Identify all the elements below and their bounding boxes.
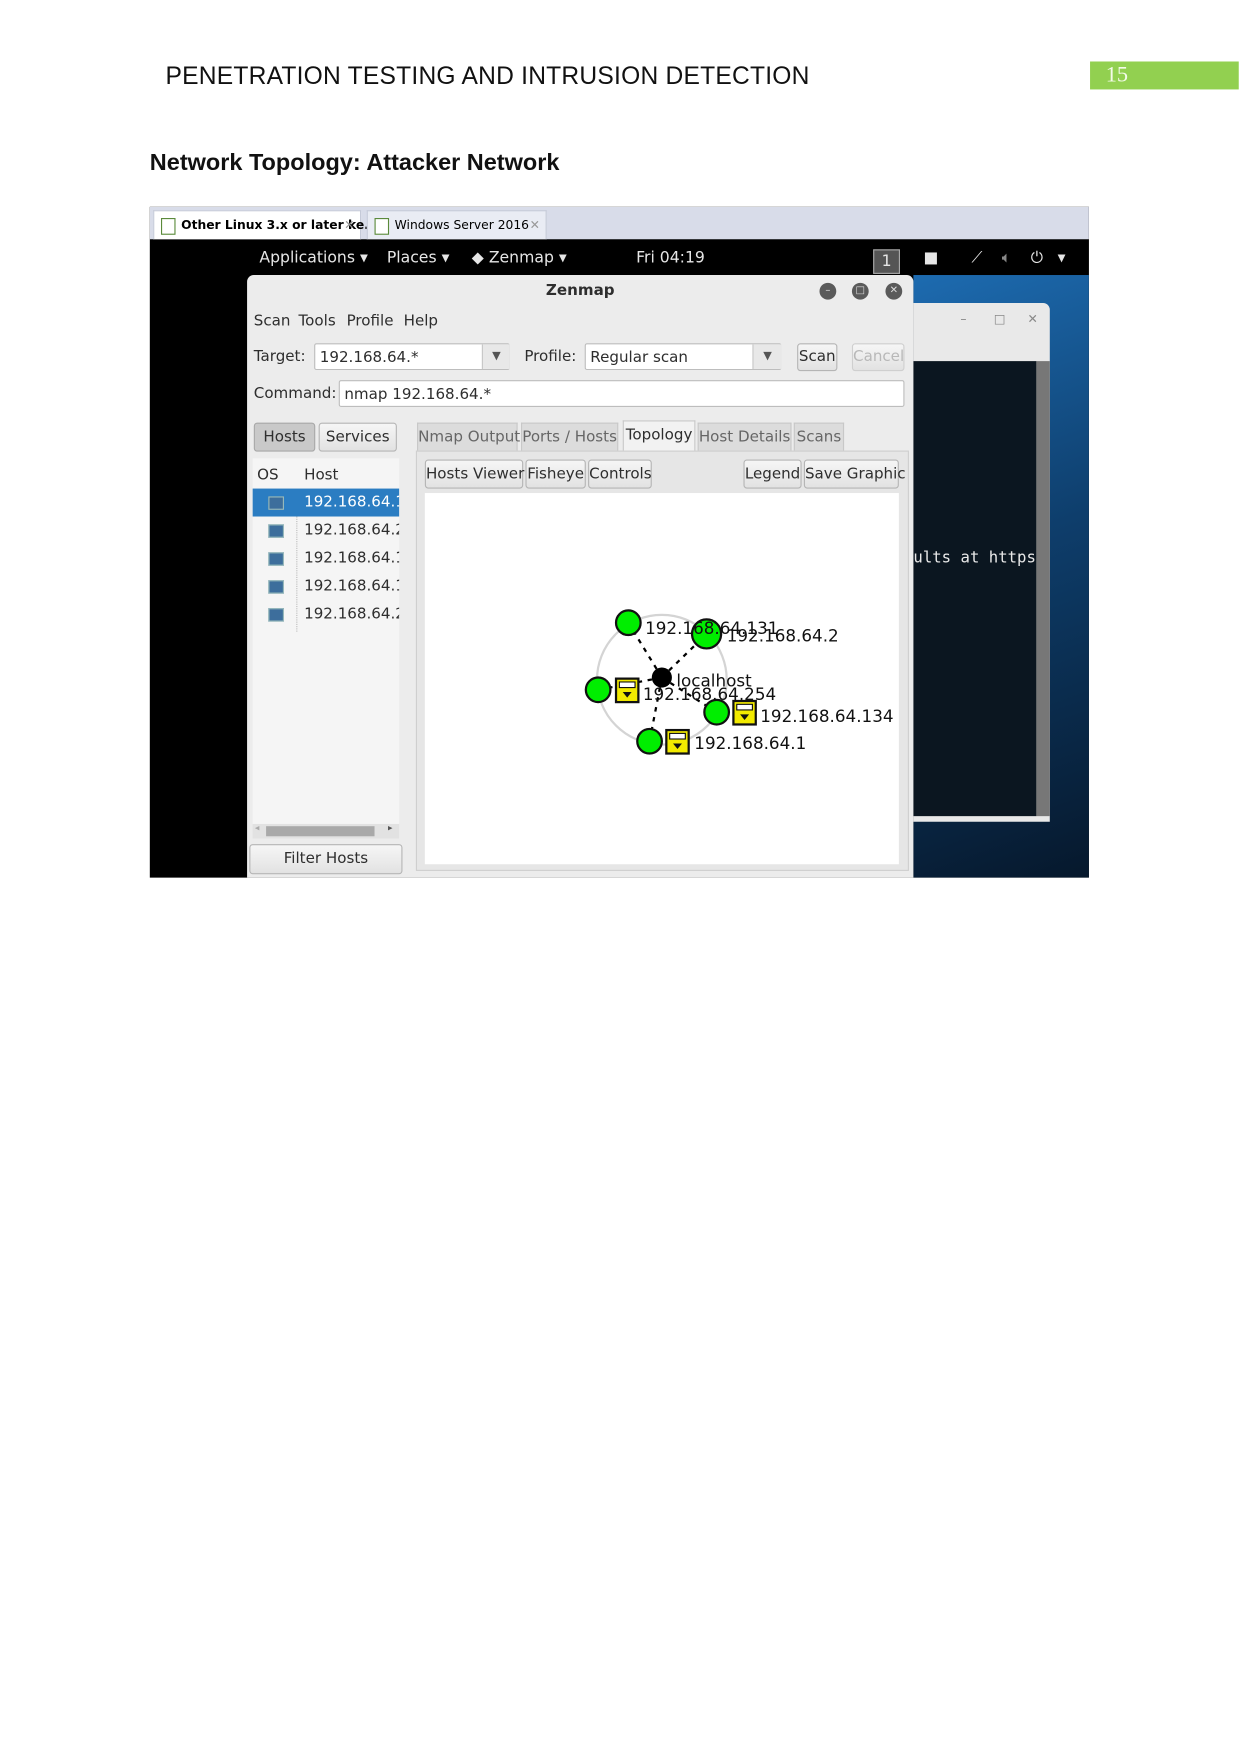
menu-tools[interactable]: Tools xyxy=(299,312,336,330)
camera-icon[interactable]: ■ xyxy=(923,249,938,267)
column-header-os[interactable]: OS xyxy=(257,466,278,484)
vm-tab-bar: Other Linux 3.x or later ke... ✕ Windows… xyxy=(149,206,1089,240)
places-menu[interactable]: Places ▾ xyxy=(387,249,450,267)
terminal-text: ults at https xyxy=(913,548,1036,567)
vm-icon xyxy=(160,218,176,235)
terminal-area[interactable] xyxy=(913,361,1037,817)
chevron-down-icon[interactable]: ▾ xyxy=(1058,249,1066,267)
hosts-toggle-button[interactable]: Hosts xyxy=(253,422,316,452)
network-icon[interactable]: ⟋ xyxy=(972,249,983,267)
host-list-row[interactable]: 192.168.64.2 xyxy=(253,517,399,545)
save-graphic-button[interactable]: Save Graphic xyxy=(803,459,906,489)
topology-canvas[interactable]: localhost192.168.64.131192.168.64.2192.1… xyxy=(424,493,899,865)
scroll-left-arrow[interactable]: ◂ xyxy=(255,823,259,833)
lock-icon-top xyxy=(618,681,636,689)
tab-host-details[interactable]: Host Details xyxy=(697,422,792,451)
profile-dropdown-arrow[interactable]: ▼ xyxy=(752,344,782,369)
tab-nmap-output[interactable]: Nmap Output xyxy=(417,422,520,451)
eye-icon: ◆ xyxy=(471,249,484,268)
os-icon xyxy=(268,552,284,566)
hosts-viewer-button[interactable]: Hosts Viewer xyxy=(424,459,524,489)
close-icon[interactable]: ✕ xyxy=(1027,312,1037,327)
terminal-scrollbar[interactable] xyxy=(1036,361,1050,817)
window-title: Zenmap xyxy=(545,281,615,300)
host-list-row[interactable]: 192.168.64.25 xyxy=(253,600,399,628)
scroll-right-arrow[interactable]: ▸ xyxy=(388,823,392,833)
tab-topology[interactable]: Topology xyxy=(622,420,696,452)
target-label: Target: xyxy=(253,347,306,366)
places-label: Places xyxy=(386,249,437,268)
minimize-icon[interactable]: – xyxy=(960,312,966,327)
host-list-row[interactable]: 192.168.64.1 xyxy=(252,488,400,517)
column-header-host[interactable]: Host xyxy=(304,466,338,484)
power-icon[interactable]: ⏻ xyxy=(1031,249,1043,267)
vm-tab-linux[interactable]: Other Linux 3.x or later ke... ✕ xyxy=(153,210,378,240)
os-icon xyxy=(268,580,284,594)
cancel-button[interactable]: Cancel xyxy=(851,343,905,372)
page-number: 15 xyxy=(1090,61,1239,90)
host-node xyxy=(636,727,663,755)
target-input[interactable]: 192.168.64.* xyxy=(314,343,510,371)
maximize-icon[interactable]: □ xyxy=(994,312,1006,327)
host-address: 192.168.64.13 xyxy=(304,576,399,595)
host-address: 192.168.64.2 xyxy=(304,520,400,539)
filter-hosts-button[interactable]: Filter Hosts xyxy=(249,844,403,875)
target-dropdown-arrow[interactable]: ▼ xyxy=(481,344,510,369)
vm-tab-windows[interactable]: Windows Server 2016 ✕ xyxy=(366,210,547,240)
tab-scans[interactable]: Scans xyxy=(793,422,845,451)
topology-label: 192.168.64.254 xyxy=(643,684,776,704)
app-menu[interactable]: ◆ Zenmap ▾ xyxy=(472,249,567,267)
screenshot-figure: Other Linux 3.x or later ke... ✕ Windows… xyxy=(149,206,1089,878)
host-node xyxy=(584,676,612,704)
close-icon[interactable]: ✕ xyxy=(885,282,903,300)
topology-label: 192.168.64.1 xyxy=(694,733,806,753)
os-icon xyxy=(268,608,284,622)
lock-icon-top xyxy=(669,732,686,740)
host-address: 192.168.64.13 xyxy=(304,548,399,567)
clock[interactable]: Fri 04:19 xyxy=(636,249,705,267)
services-toggle-button[interactable]: Services xyxy=(318,422,397,452)
applications-menu[interactable]: Applications ▾ xyxy=(259,249,367,267)
menu-scan[interactable]: Scan xyxy=(254,312,291,330)
maximize-icon[interactable]: □ xyxy=(851,282,869,300)
topology-panel: Hosts Viewer Fisheye Controls Legend Sav… xyxy=(415,450,909,871)
host-list-row[interactable]: 192.168.64.13 xyxy=(253,572,399,600)
tab-ports-hosts[interactable]: Ports / Hosts xyxy=(520,422,619,451)
applications-label: Applications xyxy=(259,249,355,268)
legend-button[interactable]: Legend xyxy=(743,459,802,489)
host-list-row[interactable]: 192.168.64.13 xyxy=(253,544,399,572)
profile-label: Profile: xyxy=(524,347,577,366)
zenmap-window: Zenmap – □ ✕ Scan Tools Profile Help Tar… xyxy=(247,275,914,878)
section-heading: Network Topology: Attacker Network xyxy=(149,149,560,176)
topology-label: 192.168.64.134 xyxy=(760,706,893,726)
app-menu-label: Zenmap xyxy=(488,249,554,268)
os-icon xyxy=(268,496,284,510)
scan-button[interactable]: Scan xyxy=(797,343,838,372)
command-input[interactable]: nmap 192.168.64.* xyxy=(338,380,905,407)
menu-help[interactable]: Help xyxy=(404,312,438,330)
horizontal-scrollbar[interactable]: ◂ ▸ xyxy=(252,823,400,839)
topology-label: 192.168.64.2 xyxy=(727,626,839,646)
scrollbar-thumb[interactable] xyxy=(266,826,375,837)
menu-profile[interactable]: Profile xyxy=(347,312,394,330)
desktop-top-bar: Applications ▾ Places ▾ ◆ Zenmap ▾ Fri 0… xyxy=(150,239,1089,276)
os-icon xyxy=(268,524,284,538)
fisheye-button[interactable]: Fisheye xyxy=(525,459,586,489)
document-page: PENETRATION TESTING AND INTRUSION DETECT… xyxy=(0,0,1241,1754)
running-header: PENETRATION TESTING AND INTRUSION DETECT… xyxy=(165,61,810,90)
host-node xyxy=(614,609,642,637)
close-icon[interactable]: ✕ xyxy=(344,211,354,240)
vm-icon xyxy=(374,218,390,235)
host-list: OS Host 192.168.64.1 192.168.64.2 192.168.… xyxy=(252,458,400,839)
host-address: 192.168.64.25 xyxy=(304,604,399,623)
close-icon[interactable]: ✕ xyxy=(530,211,540,240)
vm-tab-label: Windows Server 2016 xyxy=(394,218,530,233)
controls-button[interactable]: Controls xyxy=(588,459,652,489)
minimize-icon[interactable]: – xyxy=(819,282,837,300)
lock-icon-top xyxy=(736,703,753,711)
workspace-indicator[interactable]: 1 xyxy=(873,249,900,274)
volume-icon[interactable]: 🔈︎ xyxy=(1002,249,1011,267)
command-label: Command: xyxy=(253,384,337,403)
host-address: 192.168.64.1 xyxy=(304,493,400,511)
